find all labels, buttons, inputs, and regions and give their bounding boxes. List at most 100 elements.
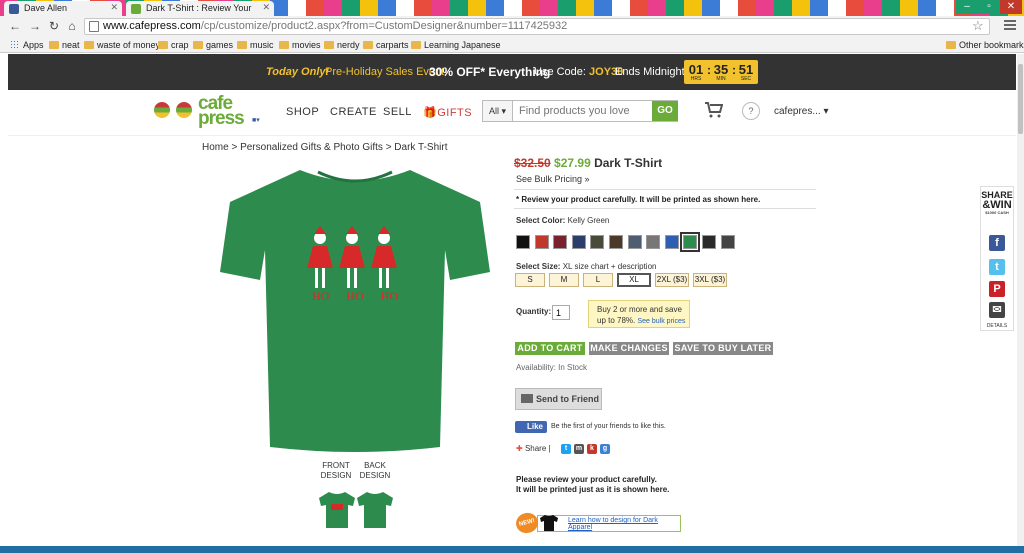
facebook-icon[interactable]: f bbox=[989, 235, 1005, 251]
browser-tab-strip: Dave Allen ✕ Dark T-Shirt : Review Your … bbox=[0, 0, 1024, 16]
nav-sell[interactable]: SELL bbox=[383, 106, 412, 118]
site-header: cafe press ■▾ SHOP CREATE SELL 🎁GIFTS All… bbox=[8, 90, 1016, 136]
color-swatch[interactable] bbox=[720, 235, 735, 249]
promo-today: Today Only! bbox=[266, 66, 330, 78]
windows-taskbar bbox=[0, 546, 1024, 553]
front-thumbnail[interactable] bbox=[319, 490, 355, 530]
search-input[interactable] bbox=[514, 101, 650, 121]
back-thumbnail[interactable] bbox=[357, 490, 393, 530]
bookmark-carparts[interactable]: carparts bbox=[363, 39, 409, 51]
email-share-icon[interactable]: ✉ bbox=[989, 302, 1005, 318]
tab-title: Dave Allen bbox=[24, 3, 68, 13]
bookmark-waste-of-money[interactable]: waste of money bbox=[84, 39, 160, 51]
pinterest-share-icon[interactable]: P bbox=[989, 281, 1005, 297]
bookmark-other[interactable]: Other bookmarks bbox=[946, 39, 1024, 51]
tab-dark-tshirt[interactable]: Dark T-Shirt : Review Your ✕ bbox=[126, 1, 274, 16]
maximize-window-icon[interactable]: ▫ bbox=[978, 0, 1000, 14]
color-swatch[interactable] bbox=[590, 235, 605, 249]
facebook-like-label: Like bbox=[527, 422, 544, 431]
color-swatch[interactable] bbox=[702, 235, 716, 249]
shopping-cart-icon[interactable] bbox=[705, 102, 723, 118]
size-option[interactable]: M bbox=[549, 273, 579, 287]
facebook-like-button[interactable]: Like bbox=[515, 421, 547, 433]
breadcrumb[interactable]: Home > Personalized Gifts & Photo Gifts … bbox=[202, 142, 447, 153]
color-swatch[interactable] bbox=[627, 235, 642, 249]
folder-icon bbox=[324, 41, 334, 49]
share-details-link[interactable]: DETAILS bbox=[981, 323, 1013, 329]
back-design-label[interactable]: BACK DESIGN bbox=[357, 461, 393, 481]
help-icon[interactable]: ? bbox=[742, 102, 760, 120]
color-swatch[interactable] bbox=[534, 235, 549, 249]
share-row[interactable]: ✚ Share | bbox=[516, 444, 551, 455]
front-design-label[interactable]: FRONT DESIGN bbox=[318, 461, 354, 481]
address-bar[interactable]: www.cafepress.com/cp/customize/product2.… bbox=[84, 18, 990, 35]
bulk-pricing-link[interactable]: See Bulk Pricing » bbox=[516, 174, 590, 184]
scrollbar-thumb[interactable] bbox=[1018, 64, 1023, 134]
send-to-friend-button[interactable]: Send to Friend bbox=[515, 388, 602, 410]
quantity-input[interactable] bbox=[552, 305, 570, 320]
myspace-icon[interactable]: m bbox=[574, 444, 584, 454]
front-design-text: FRONT DESIGN bbox=[320, 461, 352, 480]
size-option[interactable]: 2XL ($3) bbox=[655, 273, 689, 287]
color-swatch[interactable] bbox=[664, 235, 679, 249]
chrome-menu-icon[interactable] bbox=[1004, 20, 1016, 32]
size-option[interactable]: L bbox=[583, 273, 613, 287]
close-window-icon[interactable]: ✕ bbox=[1000, 0, 1022, 14]
sale-price: $27.99 bbox=[554, 156, 591, 170]
size-option[interactable]: XL bbox=[617, 273, 651, 287]
bookmark-music[interactable]: music bbox=[237, 39, 274, 51]
tab-dave-allen[interactable]: Dave Allen ✕ bbox=[4, 1, 122, 16]
us-flag-icon[interactable]: ■▾ bbox=[252, 116, 260, 124]
account-menu[interactable]: cafepres... ▾ bbox=[774, 106, 829, 117]
twitter-icon[interactable]: t bbox=[561, 444, 571, 454]
timer-seconds: 51 bbox=[738, 62, 754, 77]
add-to-cart-button[interactable]: ADD TO CART bbox=[515, 342, 585, 355]
bookmark-nerdy[interactable]: nerdy bbox=[324, 39, 360, 51]
size-chart-link[interactable]: size chart + description bbox=[574, 262, 656, 271]
bookmark-label: games bbox=[206, 40, 234, 50]
color-swatch[interactable] bbox=[609, 235, 623, 249]
nav-gifts[interactable]: 🎁GIFTS bbox=[423, 106, 472, 119]
close-tab-icon[interactable]: ✕ bbox=[110, 2, 118, 13]
color-swatch[interactable] bbox=[553, 235, 568, 249]
size-option[interactable]: S bbox=[515, 273, 545, 287]
color-swatch[interactable] bbox=[571, 235, 586, 249]
cafepress-logo[interactable]: cafe press bbox=[198, 94, 245, 128]
nav-shop[interactable]: SHOP bbox=[286, 106, 319, 118]
bookmark-star-icon[interactable]: ☆ bbox=[972, 18, 984, 34]
home-icon[interactable]: ⌂ bbox=[65, 19, 79, 33]
bookmark-apps[interactable]: Apps bbox=[10, 39, 44, 51]
back-arrow-icon[interactable]: ← bbox=[8, 19, 22, 33]
size-option[interactable]: 3XL ($3) bbox=[693, 273, 727, 287]
nav-gifts-label: GIFTS bbox=[437, 107, 473, 119]
win-text: &WIN bbox=[982, 199, 1012, 211]
forward-arrow-icon[interactable]: → bbox=[28, 19, 42, 33]
reload-icon[interactable]: ↻ bbox=[47, 19, 61, 33]
twitter-share-icon[interactable]: t bbox=[989, 259, 1005, 275]
close-tab-icon[interactable]: ✕ bbox=[262, 2, 270, 13]
bookmark-crap[interactable]: crap bbox=[158, 39, 189, 51]
nav-create[interactable]: CREATE bbox=[330, 106, 377, 118]
search-scope-select[interactable]: All ▾ bbox=[483, 101, 513, 121]
bookmark-learning-japanese[interactable]: Learning Japanese bbox=[411, 39, 501, 51]
make-changes-button[interactable]: MAKE CHANGES bbox=[589, 342, 669, 355]
color-swatch[interactable] bbox=[646, 235, 661, 249]
bookmark-movies[interactable]: movies bbox=[279, 39, 321, 51]
bookmark-games[interactable]: games bbox=[193, 39, 233, 51]
bookmark-neat[interactable]: neat bbox=[49, 39, 80, 51]
pinterest-icon[interactable]: k bbox=[587, 444, 597, 454]
minimize-window-icon[interactable]: – bbox=[956, 0, 978, 14]
folder-icon bbox=[411, 41, 421, 49]
search-go-button[interactable]: GO bbox=[652, 101, 678, 121]
page-scrollbar[interactable] bbox=[1017, 54, 1024, 546]
countdown-timer: 01 HRS : 35 MIN : 51 SEC bbox=[684, 60, 758, 84]
tab-title: Dark T-Shirt : Review Your bbox=[146, 3, 252, 13]
save-to-buy-later-button[interactable]: SAVE TO BUY LATER bbox=[673, 342, 773, 355]
size-label-value: XL bbox=[562, 262, 573, 271]
learn-dark-apparel-link[interactable]: Learn how to design for Dark Apparel bbox=[537, 515, 681, 532]
see-bulk-prices-link[interactable]: See bulk prices bbox=[637, 318, 685, 325]
google-icon[interactable]: g bbox=[600, 444, 610, 454]
color-swatch[interactable] bbox=[680, 232, 701, 252]
color-swatch[interactable] bbox=[516, 235, 530, 249]
page-icon bbox=[89, 21, 99, 32]
